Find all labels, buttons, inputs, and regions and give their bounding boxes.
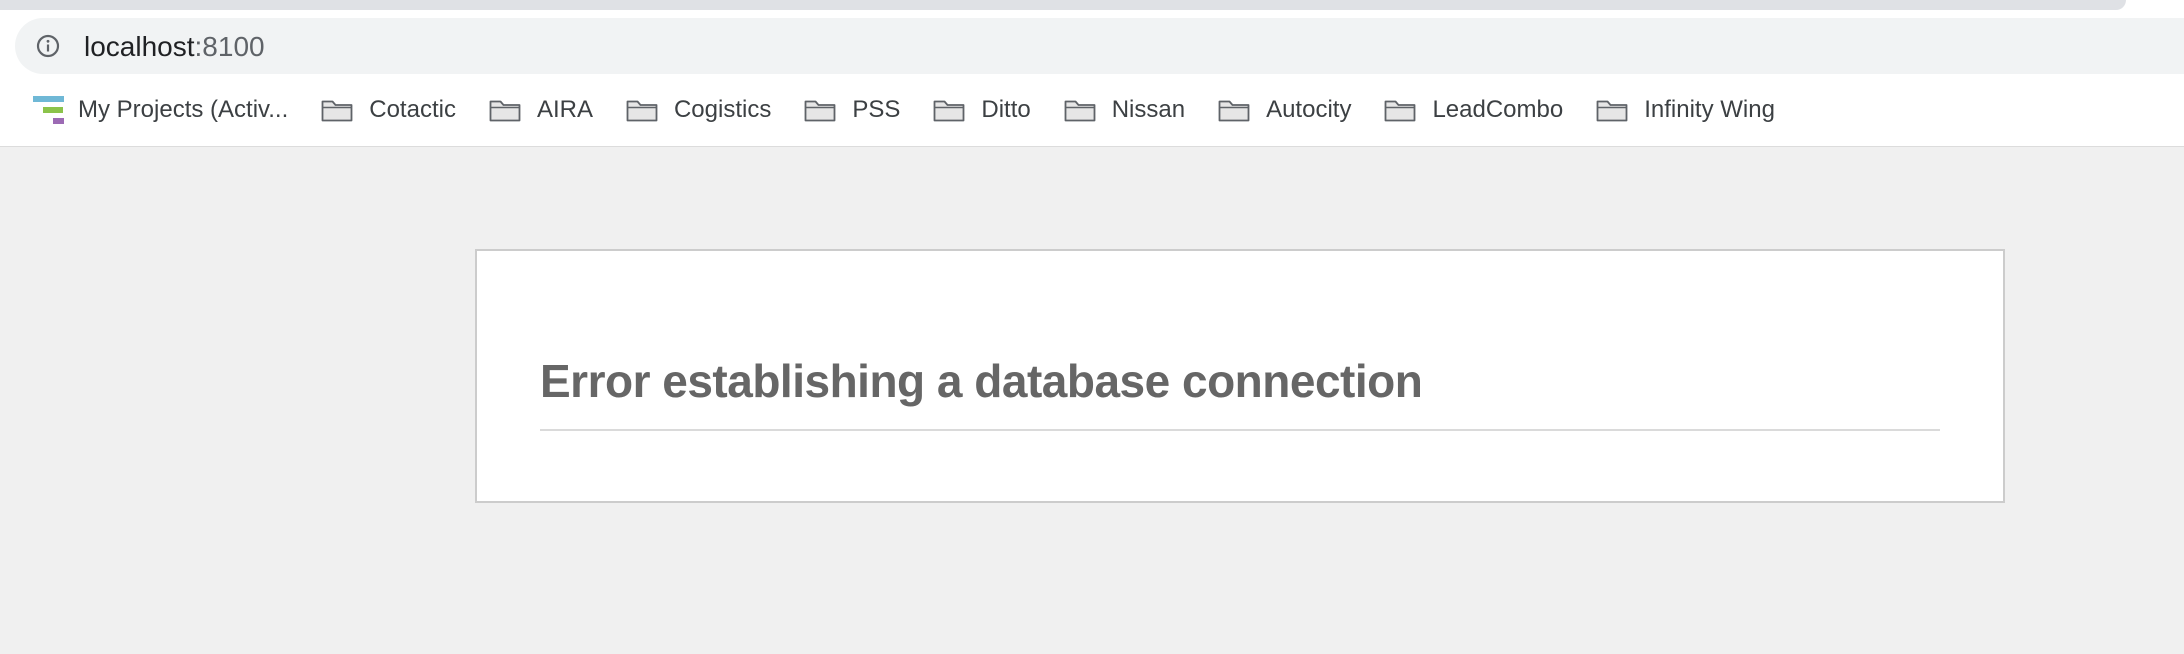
tab-strip	[0, 0, 2126, 10]
bookmark-label: Cogistics	[673, 96, 772, 123]
bookmark-my-projects[interactable]: My Projects (Activ...	[33, 88, 288, 132]
divider	[540, 429, 1940, 431]
bookmark-ditto[interactable]: Ditto	[933, 88, 1031, 132]
bookmark-label: LeadCombo	[1432, 96, 1564, 123]
project-favicon-icon	[33, 96, 64, 124]
bookmark-label: AIRA	[536, 96, 593, 123]
folder-icon	[626, 100, 658, 122]
bookmark-label: Nissan	[1111, 96, 1186, 123]
folder-icon	[1385, 100, 1416, 122]
folder-icon	[321, 100, 353, 122]
bookmark-autocity[interactable]: Autocity	[1218, 88, 1351, 132]
bookmark-label: Cotactic	[369, 96, 456, 123]
bookmark-label: Ditto	[981, 96, 1031, 123]
bookmarks-bar: My Projects (Activ... Cotactic AIRA Cogi…	[0, 88, 2184, 132]
bookmark-nissan[interactable]: Nissan	[1064, 88, 1185, 132]
bookmark-infinity-wing[interactable]: Infinity Wing	[1596, 88, 1775, 132]
url-port: :8100	[194, 31, 265, 62]
folder-icon	[1064, 100, 1096, 122]
bookmark-label: Autocity	[1266, 96, 1352, 123]
folder-icon	[1596, 100, 1628, 122]
folder-icon	[1218, 100, 1250, 122]
url-host: localhost	[84, 31, 195, 62]
bookmark-label: My Projects (Activ...	[78, 96, 289, 123]
folder-icon	[489, 100, 521, 122]
folder-icon	[933, 100, 965, 122]
info-icon[interactable]	[36, 34, 60, 58]
browser-chrome: localhost:8100 My Projects (Activ... Cot…	[0, 0, 2184, 147]
bookmark-cotactic[interactable]: Cotactic	[321, 88, 456, 132]
bookmark-leadcombo[interactable]: LeadCombo	[1384, 88, 1563, 132]
bookmark-pss[interactable]: PSS	[804, 88, 900, 132]
error-panel: Error establishing a database connection	[475, 249, 2005, 503]
error-title: Error establishing a database connection	[540, 355, 1423, 407]
bookmark-aira[interactable]: AIRA	[489, 88, 593, 132]
url-text[interactable]: localhost:8100	[84, 32, 265, 62]
folder-icon	[804, 100, 836, 122]
bookmark-cogistics[interactable]: Cogistics	[626, 88, 771, 132]
bookmark-label: Infinity Wing	[1644, 96, 1775, 123]
bookmark-label: PSS	[852, 96, 901, 123]
address-bar[interactable]: localhost:8100	[15, 18, 2184, 74]
